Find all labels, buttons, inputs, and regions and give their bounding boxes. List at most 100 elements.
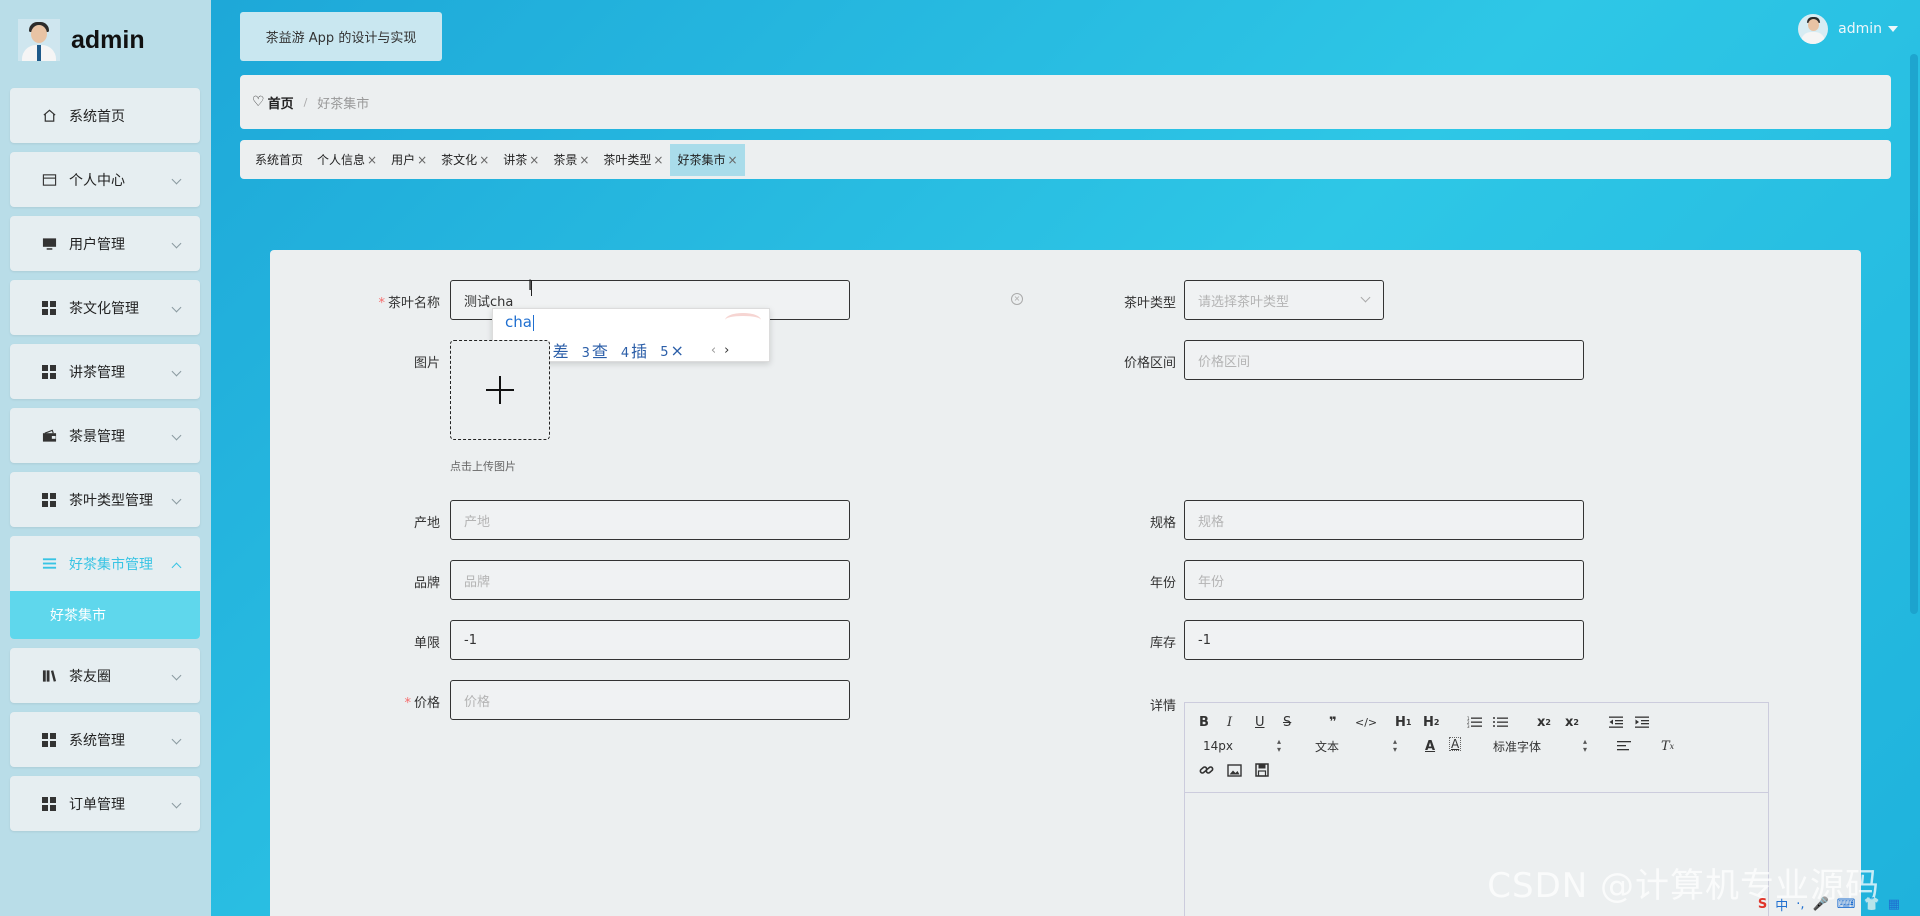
tabs-bar: 系统首页 个人信息 × 用户 × 茶文化 × 讲茶 × 茶景 × 茶叶类型 × 好茶集市 ×: [240, 140, 1891, 179]
close-icon[interactable]: ×: [653, 153, 663, 167]
video-icon[interactable]: [1255, 761, 1269, 779]
tea-type-select[interactable]: 请选择茶叶类型: [1184, 280, 1384, 320]
font-family-select[interactable]: 标准字体 ▴ ▾: [1493, 737, 1589, 755]
sidebar-item-order-management[interactable]: 订单管理: [10, 776, 200, 831]
close-icon[interactable]: ×: [579, 153, 589, 167]
ime-mode-icon[interactable]: 中: [1775, 895, 1788, 914]
menu-grid-icon[interactable]: ▦: [1888, 897, 1900, 912]
spec-input[interactable]: 规格: [1184, 500, 1584, 540]
close-icon[interactable]: ×: [728, 153, 738, 167]
stock-label: 库存: [1149, 636, 1176, 651]
sidebar-item-tea-culture-management[interactable]: 茶文化管理: [10, 280, 200, 335]
clear-icon[interactable]: ×: [1011, 293, 1023, 305]
image-upload[interactable]: [450, 340, 550, 440]
bold-icon[interactable]: B: [1199, 713, 1209, 731]
brand: admin: [18, 18, 145, 62]
sidebar: admin 系统首页 个人中心 用户管理 茶文化管理 讲茶管理 茶景管理 茶叶类…: [0, 0, 211, 916]
outdent-icon[interactable]: [1609, 713, 1623, 731]
year-label: 年份: [1149, 576, 1176, 591]
username: admin: [1838, 21, 1882, 37]
tab-system-home[interactable]: 系统首页: [248, 144, 310, 176]
price-range-input[interactable]: 价格区间: [1184, 340, 1584, 380]
tab-users[interactable]: 用户 ×: [384, 144, 434, 176]
tab-tea-type[interactable]: 茶叶类型 ×: [596, 144, 670, 176]
tab-personal-info[interactable]: 个人信息 ×: [310, 144, 384, 176]
image-icon[interactable]: [1227, 761, 1242, 779]
sidebar-item-tea-market-management[interactable]: 好茶集市管理: [10, 536, 200, 591]
sidebar-menu: 系统首页 个人中心 用户管理 茶文化管理 讲茶管理 茶景管理 茶叶类型管理 好茶…: [10, 88, 200, 840]
superscript-icon[interactable]: x2: [1565, 713, 1579, 731]
chevron-down-icon: [171, 798, 182, 808]
indent-icon[interactable]: [1635, 713, 1649, 731]
sidebar-item-tea-friends[interactable]: 茶友圈: [10, 648, 200, 703]
tab-tea-culture[interactable]: 茶文化 ×: [434, 144, 496, 176]
caret-down-icon: [1888, 26, 1898, 32]
sidebar-item-tea-type-management[interactable]: 茶叶类型管理: [10, 472, 200, 527]
sidebar-item-home[interactable]: 系统首页: [10, 88, 200, 143]
limit-input[interactable]: -1: [450, 620, 850, 660]
clear-format-icon[interactable]: Tx: [1661, 737, 1674, 755]
ime-prev-icon[interactable]: ‹: [711, 343, 716, 358]
brand-avatar: [18, 19, 60, 61]
tab-tea-talk[interactable]: 讲茶 ×: [496, 144, 546, 176]
year-input[interactable]: 年份: [1184, 560, 1584, 600]
sidebar-item-tea-scenery-management[interactable]: 茶景管理: [10, 408, 200, 463]
scrollbar-thumb[interactable]: [1910, 54, 1918, 614]
close-icon[interactable]: ×: [417, 153, 427, 167]
sidebar-subitem-tea-market[interactable]: 好茶集市: [10, 591, 200, 639]
brand-input[interactable]: 品牌: [450, 560, 850, 600]
underline-icon[interactable]: U: [1255, 713, 1265, 731]
font-color-icon[interactable]: A: [1425, 737, 1435, 755]
chevron-down-icon: [171, 734, 182, 744]
subscript-icon[interactable]: x2: [1537, 713, 1551, 731]
svg-text:3: 3: [1467, 724, 1470, 728]
breadcrumb-home[interactable]: ♡ 首页: [252, 93, 294, 112]
ordered-list-icon[interactable]: 123: [1467, 713, 1482, 731]
heading1-icon[interactable]: H1: [1395, 713, 1411, 731]
sidebar-item-system-management[interactable]: 系统管理: [10, 712, 200, 767]
font-size-select[interactable]: 14px ▴ ▾: [1203, 737, 1283, 755]
price-label: * 价格: [404, 696, 440, 711]
skin-icon[interactable]: 👕: [1864, 897, 1880, 912]
user-menu[interactable]: admin: [1798, 14, 1898, 44]
highlight-color-icon[interactable]: A: [1449, 737, 1462, 751]
keyboard-icon[interactable]: ⌨: [1837, 897, 1856, 912]
sidebar-item-personal-center[interactable]: 个人中心: [10, 152, 200, 207]
ibeam-cursor-icon: I: [528, 278, 533, 294]
ime-next-icon[interactable]: ›: [724, 343, 729, 358]
align-left-icon[interactable]: [1617, 737, 1631, 755]
close-icon[interactable]: ×: [479, 153, 489, 167]
quote-icon[interactable]: ❞: [1329, 713, 1337, 731]
italic-icon[interactable]: I: [1227, 713, 1232, 731]
origin-input[interactable]: 产地: [450, 500, 850, 540]
ime-candidate[interactable]: 5 ×: [660, 341, 684, 360]
grid-icon: [41, 796, 57, 812]
code-icon[interactable]: </>: [1355, 713, 1377, 731]
stock-input[interactable]: -1: [1184, 620, 1584, 660]
grid-icon: [41, 492, 57, 508]
ime-candidate[interactable]: 3查: [582, 338, 608, 362]
bullet-list-icon[interactable]: [1493, 713, 1508, 731]
chevron-down-icon: [171, 238, 182, 248]
tea-name-label: * 茶叶名称: [378, 296, 440, 311]
grid-icon: [41, 364, 57, 380]
tab-tea-scenery[interactable]: 茶景 ×: [546, 144, 596, 176]
sogou-logo-icon[interactable]: S: [1758, 897, 1767, 912]
sidebar-item-user-management[interactable]: 用户管理: [10, 216, 200, 271]
limit-label: 单限: [413, 636, 440, 651]
close-icon[interactable]: ×: [367, 153, 377, 167]
spec-label: 规格: [1149, 516, 1176, 531]
sidebar-item-tea-talk-management[interactable]: 讲茶管理: [10, 344, 200, 399]
microphone-icon[interactable]: 🎤: [1813, 897, 1829, 912]
tab-tea-market[interactable]: 好茶集市 ×: [670, 143, 745, 176]
close-icon[interactable]: ×: [529, 153, 539, 167]
strikethrough-icon[interactable]: S: [1283, 713, 1291, 731]
ime-punct-icon[interactable]: ·,: [1796, 897, 1804, 912]
block-type-select[interactable]: 文本 ▴ ▾: [1315, 737, 1399, 755]
ime-candidate[interactable]: 4插: [621, 338, 647, 362]
page-scrollbar[interactable]: [1908, 0, 1920, 916]
ime-pinyin: cha: [505, 313, 532, 331]
link-icon[interactable]: [1199, 761, 1214, 779]
heading2-icon[interactable]: H2: [1423, 713, 1439, 731]
price-input[interactable]: 价格: [450, 680, 850, 720]
